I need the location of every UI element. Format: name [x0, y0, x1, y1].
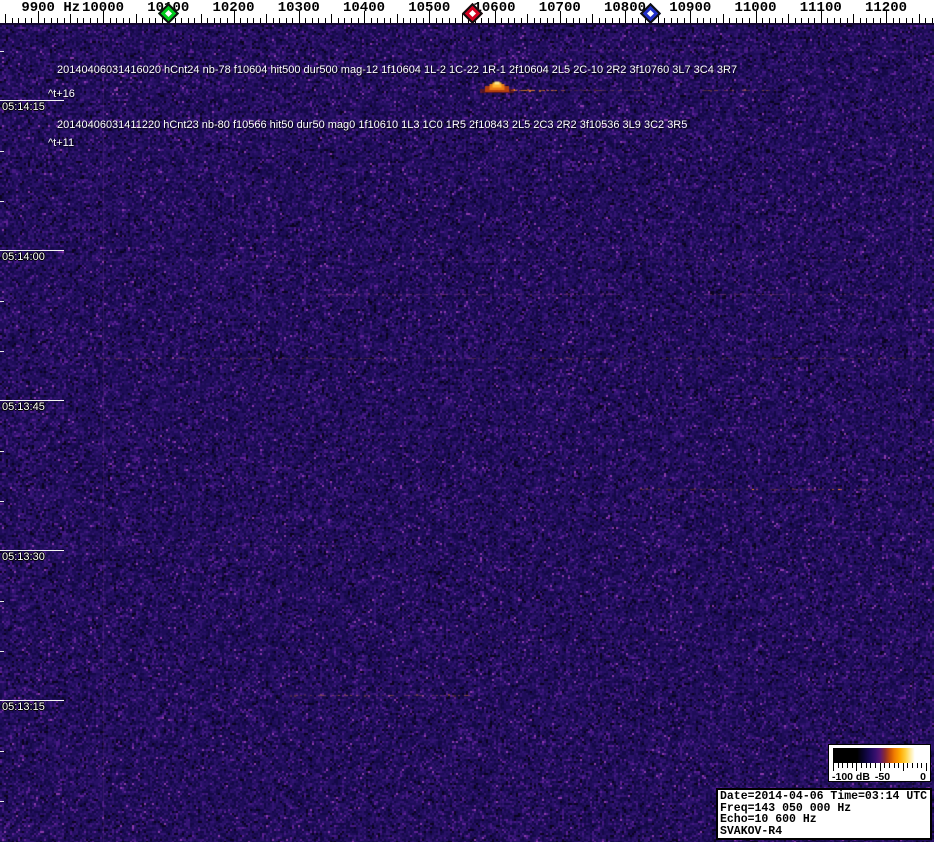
freq-tick	[853, 14, 855, 23]
freq-tick-label: 10200	[212, 0, 255, 16]
frequency-axis: 9900 Hz100001010010200103001040010500106…	[0, 0, 934, 23]
freq-tick-label: 10400	[342, 0, 386, 16]
freq-tick	[266, 14, 268, 23]
freq-tick-label: 10000	[81, 0, 125, 16]
marker-green-center	[165, 9, 173, 18]
freq-tick-label: 11000	[734, 0, 777, 16]
freq-tick	[592, 14, 594, 23]
freq-tick-label: 11100	[799, 0, 842, 16]
freq-tick	[135, 14, 137, 23]
freq-tick	[527, 14, 529, 23]
marker-red-center	[469, 9, 477, 18]
freq-tick	[788, 14, 790, 23]
freq-tick	[331, 14, 333, 23]
spectrogram-area	[0, 23, 934, 842]
freq-tick	[396, 14, 398, 23]
marker-blue-center	[646, 9, 654, 18]
freq-tick-label: 11200	[864, 0, 908, 16]
freq-tick	[722, 14, 724, 23]
freq-tick-label: 9900 Hz	[21, 0, 81, 16]
freq-tick-label: 10900	[669, 0, 712, 16]
freq-tick	[5, 14, 7, 23]
freq-tick	[200, 14, 202, 23]
freq-tick	[461, 14, 463, 23]
freq-tick	[918, 14, 920, 23]
spectrogram-screen: 9900 Hz100001010010200103001040010500106…	[0, 0, 934, 842]
freq-tick-label: 10500	[408, 0, 451, 16]
spectrogram-canvas	[0, 25, 934, 842]
freq-tick-label: 10700	[538, 0, 581, 16]
freq-tick-label: 10300	[277, 0, 320, 16]
